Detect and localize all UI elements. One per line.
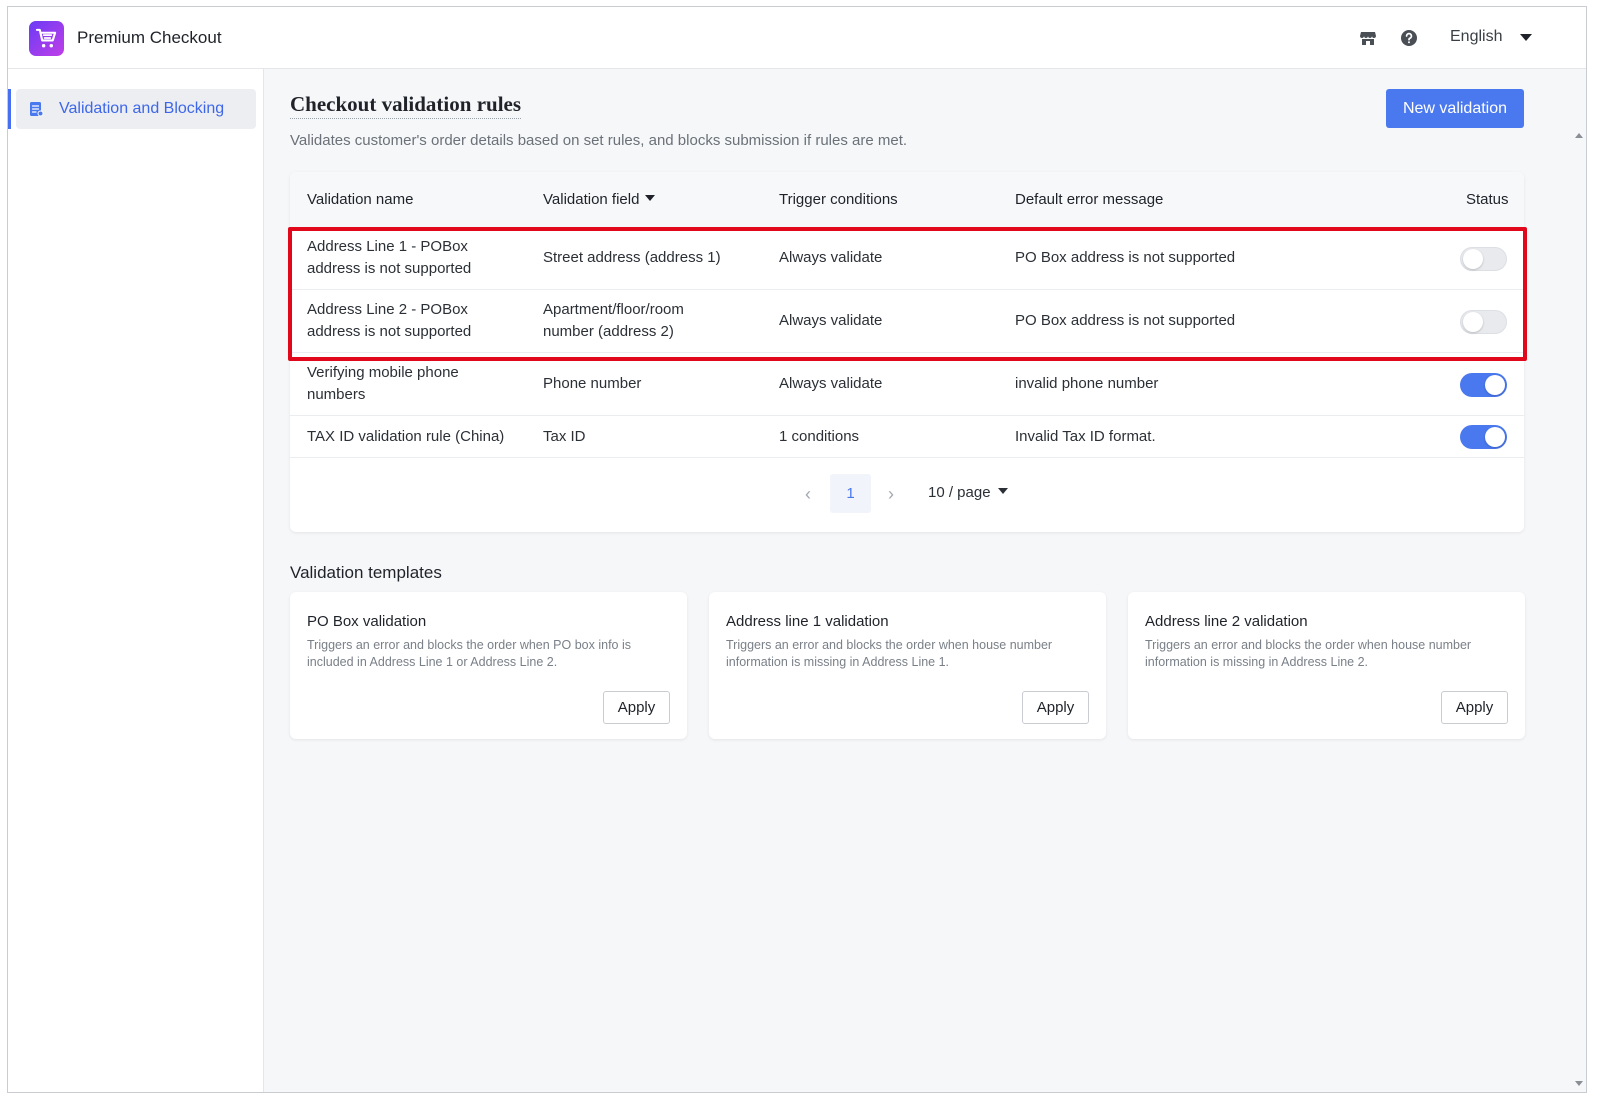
page-size-selector[interactable]: 10 / page (928, 484, 1008, 501)
top-header: Premium Checkout English (8, 7, 1586, 69)
chevron-right-icon[interactable]: › (888, 484, 894, 505)
pagination: ‹ 1 › 10 / page (290, 472, 1524, 516)
main-content: Checkout validation rules Validates cust… (264, 69, 1586, 1092)
app-title: Premium Checkout (77, 28, 222, 47)
column-header-field-label: Validation field (543, 191, 640, 208)
column-header-field[interactable]: Validation field (543, 191, 656, 208)
trigger-conditions: 1 conditions (779, 428, 860, 445)
column-header-message: Default error message (1015, 191, 1164, 208)
chevron-down-icon[interactable] (1520, 34, 1532, 41)
status-toggle[interactable] (1460, 373, 1507, 397)
validation-name: Verifying mobile phone numbers (307, 364, 459, 403)
table-row: Address Line 2 - POBox address is not su… (290, 289, 1524, 352)
validation-name: Address Line 2 - POBox address is not su… (307, 301, 472, 340)
app-window: Premium Checkout English Validation and … (7, 6, 1587, 1093)
toggle-knob (1485, 375, 1505, 395)
table-header: Validation name Validation field Trigger… (290, 172, 1524, 227)
table-row: Address Line 1 - POBox address is not su… (290, 227, 1524, 289)
app-logo (29, 21, 64, 56)
trigger-conditions: Always validate (779, 375, 883, 392)
template-description: Triggers an error and blocks the order w… (307, 638, 631, 669)
help-icon[interactable] (1400, 29, 1418, 47)
sidebar: Validation and Blocking (8, 69, 264, 1092)
scroll-up-arrow[interactable] (1575, 133, 1583, 138)
toggle-knob (1463, 312, 1483, 332)
new-validation-button[interactable]: New validation (1386, 89, 1524, 128)
templates-section-title: Validation templates (290, 563, 442, 582)
chevron-left-icon[interactable]: ‹ (805, 484, 811, 505)
toggle-knob (1485, 427, 1505, 447)
status-toggle[interactable] (1460, 425, 1507, 449)
validation-rules-table: Validation name Validation field Trigger… (290, 172, 1524, 532)
apply-button[interactable]: Apply (603, 691, 670, 724)
validation-field: Tax ID (543, 428, 586, 445)
document-icon (30, 102, 44, 117)
validation-field: Apartment/floor/room number (address 2) (543, 301, 684, 340)
template-card-address-line-1: Address line 1 validation Triggers an er… (709, 592, 1106, 739)
page-description: Validates customer's order details based… (290, 132, 908, 149)
validation-field: Phone number (543, 375, 642, 392)
template-card-address-line-2: Address line 2 validation Triggers an er… (1128, 592, 1525, 739)
caret-down-icon (997, 488, 1008, 494)
template-title: Address line 1 validation (726, 613, 889, 630)
column-header-trigger: Trigger conditions (779, 191, 898, 208)
template-title: Address line 2 validation (1145, 613, 1308, 630)
page-size-label: 10 / page (928, 484, 991, 501)
status-toggle[interactable] (1460, 247, 1507, 271)
cart-icon (35, 28, 57, 48)
language-selector[interactable]: English (1450, 28, 1502, 46)
template-card-po-box: PO Box validation Triggers an error and … (290, 592, 687, 739)
validation-name: Address Line 1 - POBox address is not su… (307, 238, 472, 277)
apply-button[interactable]: Apply (1022, 691, 1089, 724)
sidebar-item-validation-and-blocking[interactable]: Validation and Blocking (8, 89, 256, 129)
error-message: PO Box address is not supported (1015, 249, 1236, 266)
status-toggle[interactable] (1460, 310, 1507, 334)
toggle-knob (1463, 249, 1483, 269)
store-icon[interactable] (1359, 29, 1377, 47)
column-header-status: Status (1466, 191, 1509, 208)
error-message: Invalid Tax ID format. (1015, 428, 1156, 445)
sidebar-item-label: Validation and Blocking (59, 100, 225, 117)
page-title: Checkout validation rules (290, 92, 522, 119)
caret-down-icon[interactable] (645, 195, 656, 201)
table-row: Verifying mobile phone numbers Phone num… (290, 352, 1524, 415)
template-description: Triggers an error and blocks the order w… (726, 638, 1053, 669)
error-message: invalid phone number (1015, 375, 1159, 392)
error-message: PO Box address is not supported (1015, 312, 1236, 329)
validation-name: TAX ID validation rule (China) (307, 428, 505, 445)
trigger-conditions: Always validate (779, 249, 883, 266)
scroll-down-arrow[interactable] (1575, 1081, 1583, 1086)
template-title: PO Box validation (307, 613, 427, 630)
page-number-current[interactable]: 1 (830, 474, 871, 513)
column-header-name: Validation name (307, 191, 414, 208)
validation-field: Street address (address 1) (543, 249, 721, 266)
trigger-conditions: Always validate (779, 312, 883, 329)
apply-button[interactable]: Apply (1441, 691, 1508, 724)
template-description: Triggers an error and blocks the order w… (1145, 638, 1472, 669)
table-row: TAX ID validation rule (China) Tax ID 1 … (290, 415, 1524, 458)
